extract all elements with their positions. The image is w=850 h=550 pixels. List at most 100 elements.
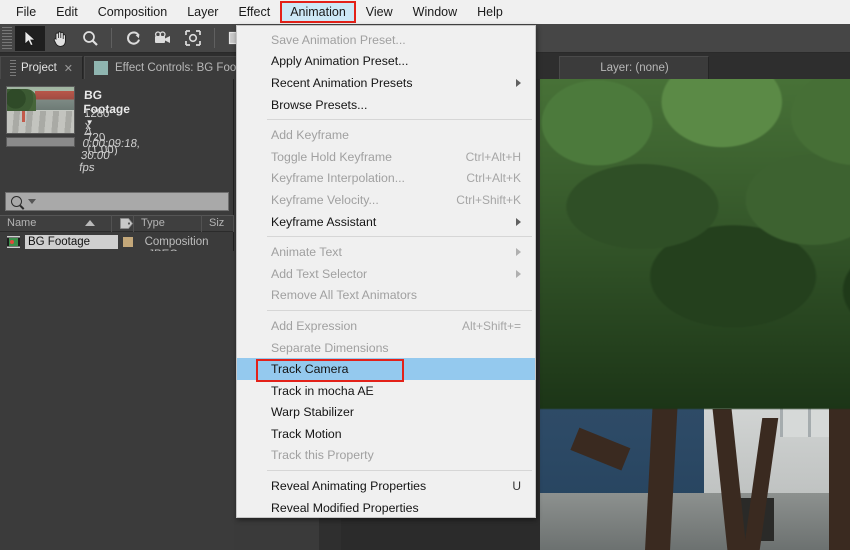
menu-item-shortcut: U (512, 479, 521, 494)
project-search-row (0, 189, 234, 213)
project-item-title: BG Footage▼ (83, 88, 130, 127)
project-item-type: Composition (144, 235, 209, 248)
menu-item-label: Browse Presets... (271, 97, 368, 112)
menu-item-add-text-selector: Add Text Selector (237, 263, 535, 285)
menu-item-shortcut: Alt+Shift+= (461, 318, 521, 333)
menu-separator (267, 310, 532, 312)
menu-item-reveal-modified-properties[interactable]: Reveal Modified Properties (237, 497, 535, 519)
menu-item-keyframe-interpolation: Keyframe Interpolation... Ctrl+Alt+K (237, 168, 535, 190)
close-icon[interactable]: ✕ (64, 62, 73, 75)
menu-item-save-animation-preset: Save Animation Preset... (237, 29, 535, 51)
menu-separator (267, 470, 532, 472)
menu-item-warp-stabilizer[interactable]: Warp Stabilizer (237, 402, 535, 424)
label-color-swatch[interactable] (118, 236, 138, 247)
menu-item-remove-all-text-animators: Remove All Text Animators (237, 285, 535, 307)
menu-bar: File Edit Composition Layer Effect Animation V… (0, 0, 850, 24)
menu-item-label: Reveal Modified Properties (271, 500, 419, 515)
chevron-right-icon (516, 217, 521, 226)
menubar-item-window[interactable]: Window (403, 1, 467, 23)
menu-item-apply-animation-preset[interactable]: Apply Animation Preset... (237, 51, 535, 73)
panel-tab-layer-none[interactable]: Layer: (none) (559, 56, 710, 79)
menu-item-label: Animate Text (271, 245, 342, 260)
menu-item-label: Remove All Text Animators (271, 288, 418, 303)
panel-tab-label: Project (21, 62, 57, 74)
menu-item-browse-presets[interactable]: Browse Presets... (237, 94, 535, 116)
project-item-duration: Δ 0:00:09:18, 30.00 fps (78, 126, 141, 175)
menu-item-label: Warp Stabilizer (271, 405, 354, 420)
column-header-type[interactable]: Type (134, 215, 202, 232)
menu-item-label: Save Animation Preset... (271, 32, 406, 47)
menu-item-reveal-animating-properties[interactable]: Reveal Animating Properties U (237, 475, 535, 497)
menu-item-label: Recent Animation Presets (271, 75, 413, 90)
column-header-name[interactable]: Name (0, 215, 112, 232)
project-item-resolution: 1280 x 720 (1.00) (83, 107, 119, 156)
animation-dropdown-menu: Save Animation Preset... Apply Animation … (236, 25, 536, 518)
panel-tab-label: Layer: (none) (600, 62, 669, 74)
menu-item-keyframe-assistant[interactable]: Keyframe Assistant (237, 211, 535, 233)
menu-item-label: Toggle Hold Keyframe (271, 149, 392, 164)
tab-drag-handle[interactable] (10, 60, 16, 76)
menubar-item-help[interactable]: Help (467, 1, 513, 23)
menu-item-label: Add Keyframe (271, 128, 349, 143)
menu-item-toggle-hold-keyframe: Toggle Hold Keyframe Ctrl+Alt+H (237, 146, 535, 168)
column-header-size[interactable]: Siz (202, 215, 234, 232)
menu-separator (267, 119, 532, 121)
panel-tab-project[interactable]: Project ✕ (0, 56, 84, 79)
menu-item-label: Track in mocha AE (271, 383, 374, 398)
project-item-preview: BG Footage▼ 1280 x 720 (1.00) Δ 0:00:09:… (0, 79, 233, 175)
toolbar-separator-1 (111, 28, 112, 48)
menu-item-label: Keyframe Velocity... (271, 192, 379, 207)
menu-item-keyframe-velocity: Keyframe Velocity... Ctrl+Shift+K (237, 189, 535, 211)
menu-item-track-camera[interactable]: Track Camera (237, 358, 535, 383)
chevron-down-icon[interactable] (28, 199, 36, 204)
menu-item-track-this-property: Track this Property (237, 445, 535, 467)
menubar-item-edit[interactable]: Edit (46, 1, 88, 23)
composition-preview-image (540, 79, 850, 550)
label-color (122, 236, 133, 247)
menu-item-label: Reveal Animating Properties (271, 479, 427, 494)
camera-tool-button[interactable] (148, 26, 178, 51)
menu-item-label: Separate Dimensions (271, 340, 389, 355)
menubar-item-animation[interactable]: Animation (280, 1, 356, 23)
toolbar-drag-handle[interactable] (2, 27, 12, 49)
toolbar-separator-2 (214, 28, 215, 48)
menu-item-track-motion[interactable]: Track Motion (237, 423, 535, 445)
menu-item-animate-text: Animate Text (237, 241, 535, 263)
menu-item-label: Keyframe Interpolation... (271, 171, 405, 186)
pan-behind-tool-button[interactable] (178, 26, 208, 51)
menu-item-label: Add Expression (271, 318, 358, 333)
search-icon (11, 196, 22, 207)
column-header-label[interactable] (112, 215, 134, 232)
menu-item-separate-dimensions: Separate Dimensions (237, 337, 535, 359)
menubar-item-view[interactable]: View (356, 1, 403, 23)
menu-item-label: Add Text Selector (271, 266, 368, 281)
menu-item-add-expression: Add Expression Alt+Shift+= (237, 315, 535, 337)
menu-item-shortcut: Ctrl+Alt+K (466, 171, 521, 186)
menubar-item-layer[interactable]: Layer (177, 1, 228, 23)
chevron-right-icon (516, 248, 521, 257)
menu-item-track-in-mocha-ae[interactable]: Track in mocha AE (237, 380, 535, 402)
project-thumbnail (6, 86, 75, 134)
menubar-item-file[interactable]: File (6, 1, 46, 23)
selection-tool-button[interactable] (15, 25, 45, 51)
zoom-tool-button[interactable] (75, 26, 105, 51)
chevron-right-icon (516, 269, 521, 278)
effect-controls-swatch (94, 61, 109, 75)
project-item-name: BG Footage (25, 234, 119, 249)
rotation-tool-button[interactable] (118, 26, 148, 51)
project-column-headers: Name Type Siz (0, 215, 234, 232)
menu-item-shortcut: Ctrl+Alt+H (465, 149, 521, 164)
menu-item-label: Track Motion (271, 426, 342, 441)
menubar-item-effect[interactable]: Effect (228, 1, 280, 23)
composition-icon (7, 235, 20, 248)
project-panel: BG Footage▼ 1280 x 720 (1.00) Δ 0:00:09:… (0, 79, 234, 550)
menu-item-add-keyframe: Add Keyframe (237, 124, 535, 146)
menu-separator (267, 236, 532, 238)
menubar-item-composition[interactable]: Composition (88, 1, 177, 23)
hand-tool-button[interactable] (45, 26, 75, 51)
menu-item-label: Keyframe Assistant (271, 214, 377, 229)
menu-item-label: Track Camera (271, 362, 349, 377)
menu-item-recent-animation-presets[interactable]: Recent Animation Presets (237, 72, 535, 94)
panel-tab-label: Effect Controls: BG Foo (115, 62, 237, 74)
search-input[interactable] (5, 192, 229, 211)
